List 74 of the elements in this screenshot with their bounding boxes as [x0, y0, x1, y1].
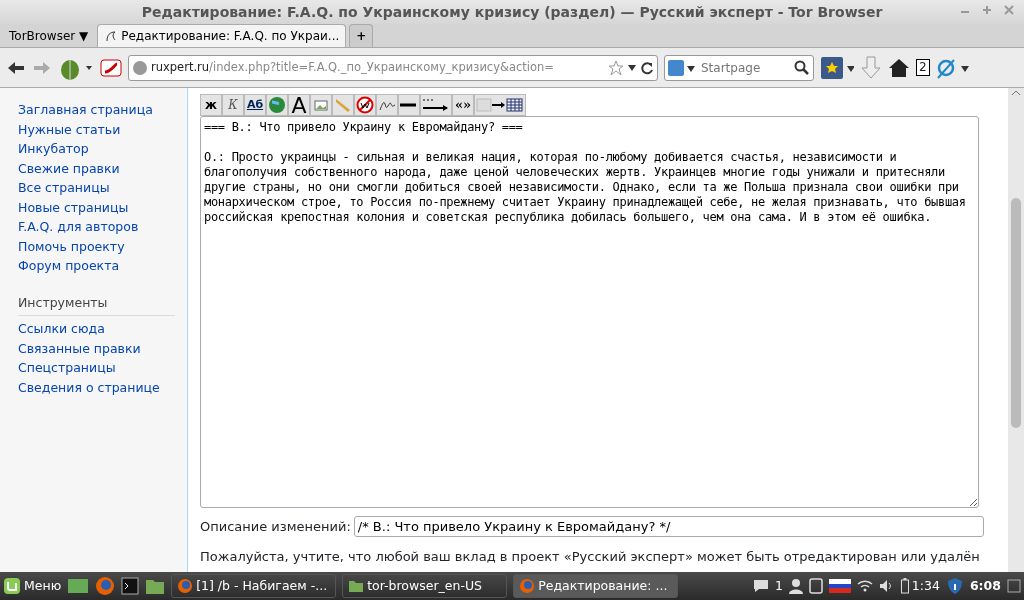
clock: 6:08 [969, 576, 1001, 595]
sidebar-link[interactable]: Форум проекта [18, 256, 175, 276]
arrow-icon [422, 96, 450, 114]
reload-icon[interactable] [640, 60, 654, 75]
wifi-icon[interactable] [856, 579, 873, 593]
summary-label: Описание изменений: [200, 517, 351, 536]
notification-count: 2 [916, 59, 930, 76]
no-sign-button[interactable] [354, 94, 376, 116]
browser-icon [177, 578, 194, 594]
menu-button[interactable]: Меню [3, 576, 62, 596]
address-bar[interactable]: ruxpert.ru/index.php?title=F.A.Q._по_Украинскому_кризису&action= [128, 54, 658, 81]
globe-icon [132, 59, 148, 76]
folder-icon[interactable] [145, 577, 166, 595]
flag-icon[interactable] [828, 579, 851, 593]
taskbar-window[interactable]: Редактирование: ... [513, 574, 679, 598]
scroll-up-icon[interactable] [1011, 88, 1021, 98]
signature-button[interactable] [376, 94, 398, 116]
table-button[interactable] [474, 94, 526, 116]
sidebar-heading: Инструменты [18, 293, 175, 317]
sidebar-link[interactable]: Инкубатор [18, 139, 175, 159]
user-icon[interactable] [788, 578, 803, 594]
folder-icon [348, 578, 365, 594]
battery-icon[interactable] [900, 578, 909, 594]
app-menu-button[interactable]: TorBrowser ▼ [3, 24, 95, 47]
taskbar-window[interactable]: [1] /b - Набигаем -... [171, 574, 337, 598]
sidebar-link[interactable]: Все страницы [18, 178, 175, 198]
show-desktop-icon[interactable] [1007, 578, 1021, 594]
no-sign-icon [356, 96, 374, 114]
bookmarks-icon[interactable] [820, 55, 854, 80]
format-button[interactable]: A [288, 94, 310, 116]
home-icon[interactable] [888, 57, 910, 78]
globe-button[interactable] [266, 94, 288, 116]
summary-field[interactable]: /* В.: Что привело Украину к Евромайдану? */ [353, 516, 984, 537]
sidebar-link[interactable]: Новые страницы [18, 197, 175, 217]
browser-tab[interactable]: Редактирование: F.A.Q. по Украи... [97, 24, 347, 47]
terminal-icon[interactable] [121, 577, 140, 595]
scrollbar-thumb[interactable] [1011, 198, 1021, 428]
sidebar-link[interactable]: Заглавная страница [18, 100, 175, 120]
sidebar-link[interactable]: Связанные правки [18, 338, 175, 359]
arrow-button[interactable] [420, 94, 452, 116]
sidebar-link[interactable]: Нужные статьи [18, 119, 175, 139]
sidebar-link[interactable]: Сведения о странице [18, 377, 175, 398]
format-button[interactable]: ж [200, 94, 222, 116]
sidebar-link[interactable]: Спецстраницы [18, 358, 175, 378]
firefox-icon[interactable] [95, 576, 116, 596]
notice-text: Пожалуйста, учтите, что любой ваш вклад в проект «Русский эксперт» может быть отредактирован или удалён [200, 548, 981, 566]
image-button[interactable] [310, 94, 332, 116]
globe-icon [268, 96, 286, 114]
chat-icon[interactable] [752, 578, 769, 594]
sidebar-link[interactable]: Ссылки сюда [18, 319, 175, 339]
desktop-icon[interactable] [67, 577, 90, 595]
dropdown-icon[interactable] [627, 62, 637, 73]
search-icon[interactable] [794, 59, 810, 76]
sidebar-link[interactable]: Свежие правки [18, 158, 175, 178]
mint-logo-icon [3, 577, 21, 595]
table-icon [476, 96, 524, 114]
new-tab-button[interactable]: + [349, 24, 374, 47]
search-engine-icon[interactable] [668, 59, 696, 76]
edit-text-area[interactable]: === В.: Что привело Украину к Евромайдану? === О.: Просто украинцы - сильная и великая нация, которая по-любому добивается счастья, независимости и благополучия собственного народа, даже ценой человеческих жертв. Украинцев многие годы унижали и притесняли другие страны, но они смогли добиться своей независимости. Однако, если та же Польша признала свои ошибки при монархическом строе, то Россия по-прежнему считает Украину принадлежащей себе, не желая признавать, что бывшая российская крепостная колония и советская республика добилась большего, чем она сама. И в этом её ошибка. [200, 116, 979, 508]
browser-icon [519, 578, 536, 594]
back-icon[interactable] [6, 59, 26, 76]
sidebar-link[interactable]: Помочь проекту [18, 236, 175, 256]
taskbar-window[interactable]: tor-browser_en-US [342, 574, 508, 598]
battery-time: 1:34 [911, 576, 940, 595]
format-button[interactable]: Аб [244, 94, 266, 116]
window-title: Редактирование: F.A.Q. по Украинскому кризису (раздел) — Русский эксперт - Tor Browser [141, 2, 883, 22]
search-bar[interactable]: Startpage [664, 54, 814, 81]
star-icon[interactable] [608, 59, 624, 76]
format-button[interactable]: К [222, 94, 244, 116]
sidebar-link[interactable]: F.A.Q. для авторов [18, 217, 175, 237]
horizontal-line-button[interactable] [398, 94, 420, 116]
horizontal-line-icon [400, 103, 418, 107]
format-button[interactable]: «» [452, 94, 474, 116]
chat-count: 1 [774, 576, 783, 595]
